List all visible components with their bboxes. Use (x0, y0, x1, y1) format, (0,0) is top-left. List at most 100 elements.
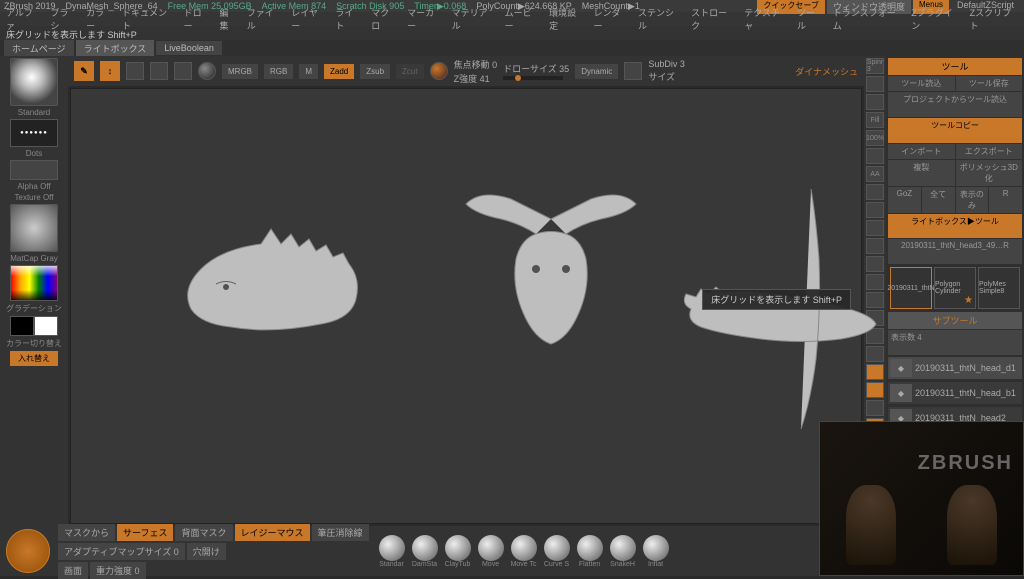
gradient-label: グラデーション (6, 303, 62, 314)
adaptive-slider[interactable]: アダプティブマップサイズ 0 (58, 543, 185, 560)
menu-ストローク[interactable]: ストローク (691, 6, 734, 32)
brush-Inflat-icon[interactable] (643, 535, 669, 561)
menu-マテリアル[interactable]: マテリアル (452, 6, 495, 32)
menu-ムービー[interactable]: ムービー (505, 6, 539, 32)
m-button[interactable]: M (299, 64, 318, 79)
right-tool-4[interactable]: 100% (866, 130, 884, 146)
rotate-icon[interactable] (174, 62, 192, 80)
hole-button[interactable]: 穴開け (187, 543, 226, 560)
brush-ClayTub-icon[interactable] (445, 535, 471, 561)
subtool-count: 表示数 4 (888, 330, 1022, 355)
brush-SnakeH-icon[interactable] (610, 535, 636, 561)
tool-panel-header[interactable]: ツール (888, 58, 1022, 75)
right-tool-0[interactable]: Spinr 3 (866, 58, 884, 74)
scale-icon[interactable] (150, 62, 168, 80)
brushdel-button[interactable]: 筆圧消除線 (312, 524, 369, 541)
import-button[interactable]: インポート (888, 144, 955, 159)
focal-sphere-icon[interactable] (430, 62, 448, 80)
menu-ステンシル[interactable]: ステンシル (638, 6, 681, 32)
move-icon[interactable] (126, 62, 144, 80)
brush-Flatten-icon[interactable] (577, 535, 603, 561)
menu-環境設定[interactable]: 環境設定 (549, 6, 583, 32)
goz-all-button[interactable]: 全て (922, 187, 955, 213)
right-tool-1[interactable] (866, 76, 884, 92)
polymesh3d-button[interactable]: ポリメッシュ3D化 (956, 160, 1023, 186)
brush-preview[interactable] (10, 58, 58, 106)
zcut-button[interactable]: Zcut (396, 64, 424, 79)
brush-DamSta-label: DamSta (410, 561, 440, 568)
material-preview[interactable] (10, 204, 58, 252)
lightbox-tool-button[interactable]: ライトボックス▶ツール (888, 214, 1022, 239)
current-tool-name[interactable]: 20190311_thtN_head3_49…R (888, 239, 1022, 264)
alpha-selector[interactable] (10, 160, 58, 180)
maskfrom-button[interactable]: マスクから (58, 524, 115, 541)
zintensity-label[interactable]: Z強度 41 (454, 72, 498, 85)
tool-thumb-1[interactable]: 20190311_thtN (890, 267, 932, 309)
tab-lightbox[interactable]: ライトボックス (76, 40, 155, 57)
rgb-button[interactable]: RGB (264, 64, 293, 79)
menu-マーカー[interactable]: マーカー (407, 6, 441, 32)
right-tool-5[interactable] (866, 148, 884, 164)
goz-r-button[interactable]: R (989, 187, 1022, 213)
subtool-thumb-icon: ◆ (890, 384, 912, 402)
lock-icon[interactable] (624, 62, 642, 80)
goz-visible-button[interactable]: 表示のみ (956, 187, 989, 213)
menu-ファイル[interactable]: ファイル (247, 6, 281, 32)
brush-Curve S-icon[interactable] (544, 535, 570, 561)
subdiv-label[interactable]: SubDiv 3 (648, 59, 685, 69)
tool-load-button[interactable]: ツール読込 (888, 76, 955, 91)
menu-レイヤー[interactable]: レイヤー (291, 6, 325, 32)
export-button[interactable]: エクスポート (956, 144, 1023, 159)
mrgb-button[interactable]: MRGB (222, 64, 258, 79)
zadd-button[interactable]: Zadd (324, 64, 354, 79)
focal-label: 焦点移動 0 (454, 58, 498, 71)
tool-thumb-2[interactable]: Polygon Cylinder★ (934, 267, 976, 309)
menu-Zスクリプト[interactable]: Zスクリプト (970, 6, 1018, 32)
edit-mode-icon[interactable]: ✎ (74, 61, 94, 81)
menu-マクロ[interactable]: マクロ (371, 6, 397, 32)
dynamic-button[interactable]: Dynamic (575, 64, 618, 79)
menu-Zプラグイン[interactable]: Zプラグイン (911, 6, 959, 32)
brush-Move-icon[interactable] (478, 535, 504, 561)
menu-トランスフォーム[interactable]: トランスフォーム (833, 6, 902, 32)
tool-thumb-3[interactable]: PolyMes Simple8 (978, 267, 1020, 309)
brush-Move Tc-icon[interactable] (511, 535, 537, 561)
menu-ツール[interactable]: ツール (797, 6, 823, 32)
dynamesh-label[interactable]: ダイナメッシュ (795, 65, 858, 78)
drawsize-slider[interactable] (503, 76, 563, 80)
goz-button[interactable]: GoZ (888, 187, 921, 213)
tool-copy-button[interactable]: ツールコピー (888, 118, 1022, 143)
brush-Flatten-label: Flatten (575, 561, 605, 568)
subtool-item-2[interactable]: ◆20190311_thtN_head_b1 (888, 382, 1022, 404)
surface-button[interactable]: サーフェス (117, 524, 173, 541)
clone-button[interactable]: 複製 (888, 160, 955, 186)
gizmo-icon[interactable] (198, 62, 216, 80)
tab-home[interactable]: ホームページ (4, 40, 74, 57)
lazymouse-button[interactable]: レイジーマウス (235, 524, 310, 541)
right-tool-2[interactable] (866, 94, 884, 110)
color-swatches[interactable] (10, 316, 58, 336)
navigation-gizmo[interactable] (6, 529, 50, 573)
swap-button[interactable]: 入れ替え (10, 351, 58, 366)
drawsize-label[interactable]: ドローサイズ 35 (503, 62, 569, 75)
tool-save-button[interactable]: ツール保存 (956, 76, 1023, 91)
subtool-item-1[interactable]: ◆20190311_thtN_head_d1 (888, 357, 1022, 379)
brush-Standar-icon[interactable] (379, 535, 405, 561)
backmask-button[interactable]: 背面マスク (175, 524, 232, 541)
subtool-header[interactable]: サブツール (888, 312, 1022, 329)
brush-DamSta-icon[interactable] (412, 535, 438, 561)
menu-ドロー[interactable]: ドロー (184, 6, 210, 32)
menu-ライト[interactable]: ライト (335, 6, 361, 32)
menu-レンダー[interactable]: レンダー (594, 6, 628, 32)
zsub-button[interactable]: Zsub (360, 64, 390, 79)
brush-Move-label: Move (476, 561, 506, 568)
menu-編集[interactable]: 編集 (220, 6, 237, 32)
menu-テクスチャ[interactable]: テクスチャ (744, 6, 787, 32)
project-load-button[interactable]: プロジェクトからツール読込 (888, 92, 1022, 117)
color-picker[interactable] (10, 265, 58, 301)
viewport-canvas[interactable]: 床グリッドを表示します Shift+P (70, 88, 862, 524)
tab-liveboolean[interactable]: LiveBoolean (156, 41, 222, 55)
right-tool-3[interactable]: Fill (866, 112, 884, 128)
stroke-dots[interactable] (10, 119, 58, 147)
draw-mode-icon[interactable]: ↕ (100, 61, 120, 81)
